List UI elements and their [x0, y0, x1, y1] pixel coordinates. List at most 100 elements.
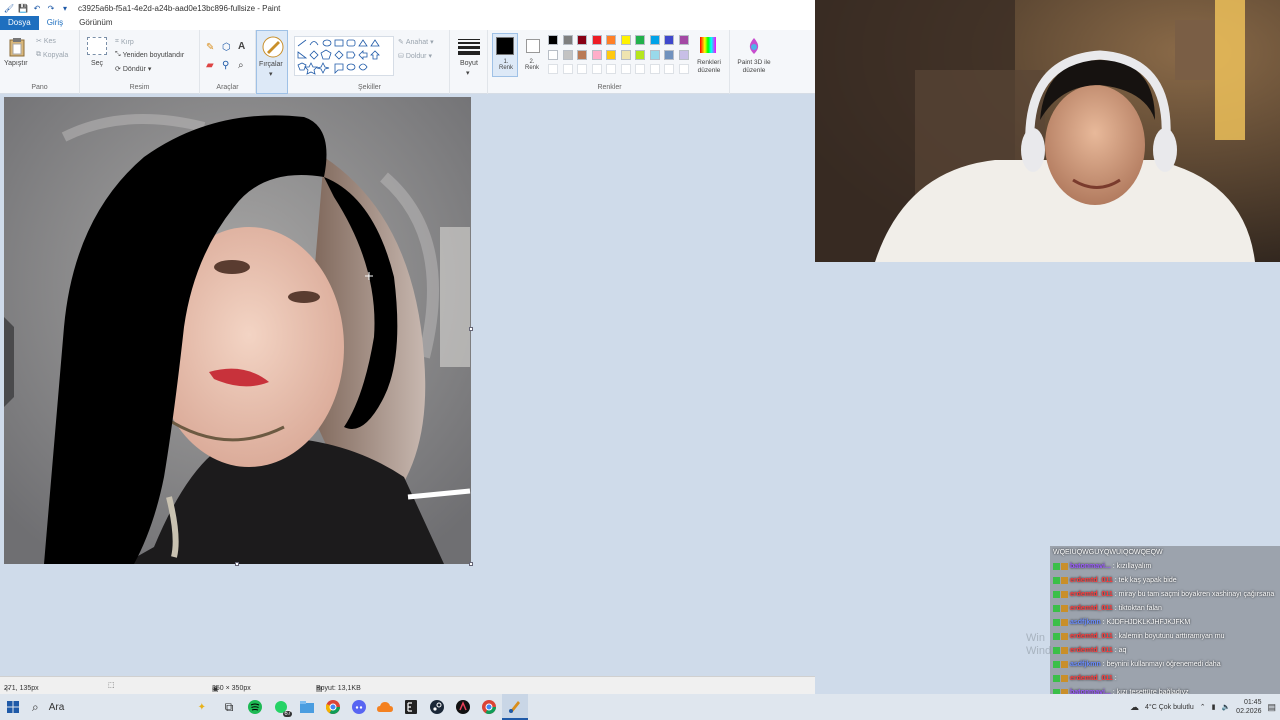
- chat-username[interactable]: erdemtd_011: [1070, 577, 1113, 584]
- chrome-icon[interactable]: [320, 694, 346, 720]
- windows-start-icon[interactable]: [0, 694, 26, 720]
- palette-swatch[interactable]: [649, 35, 660, 45]
- palette-swatch-empty[interactable]: [548, 64, 558, 74]
- palette-swatch-empty[interactable]: [606, 64, 616, 74]
- chat-username[interactable]: erdemtd_011: [1070, 633, 1113, 640]
- quick-access-dropdown-icon[interactable]: ▾: [60, 3, 70, 13]
- chat-username[interactable]: asdfjkmn: [1070, 619, 1101, 626]
- palette-swatch[interactable]: [606, 35, 616, 45]
- canvas-image: [4, 97, 471, 564]
- copy-button[interactable]: ⧉ Kopyala: [36, 51, 68, 59]
- file-explorer-icon[interactable]: [294, 694, 320, 720]
- color2-swatch[interactable]: [526, 39, 540, 53]
- palette-swatch[interactable]: [649, 49, 660, 60]
- palette-swatch[interactable]: [591, 35, 602, 45]
- palette-swatch-empty[interactable]: [620, 64, 631, 74]
- palette-swatch-empty[interactable]: [562, 64, 573, 74]
- chat-username[interactable]: asdfjkmn: [1070, 661, 1101, 668]
- cut-button[interactable]: ✂ Kes: [36, 37, 56, 46]
- palette-swatch-empty[interactable]: [678, 64, 689, 74]
- taskbar-search[interactable]: ⌕ Ara ✦: [26, 694, 216, 720]
- size-button[interactable]: Boyut ▾: [452, 30, 488, 94]
- crop-button[interactable]: ⌗ Kırp: [115, 38, 134, 46]
- webcam-overlay: [815, 0, 1280, 262]
- canvas-workspace[interactable]: [0, 95, 815, 675]
- brushes-button[interactable]: Fırçalar ▾: [256, 30, 288, 94]
- edit-colors-icon[interactable]: [698, 36, 718, 54]
- paste-button[interactable]: Yapıştır: [4, 60, 28, 67]
- canvas-resize-handle-corner[interactable]: [469, 562, 473, 566]
- palette-swatch[interactable]: [591, 49, 602, 60]
- palette-swatch[interactable]: [620, 49, 631, 60]
- palette-swatch[interactable]: [562, 35, 573, 45]
- paint3d-button[interactable]: Paint 3D ile düzenle: [732, 30, 776, 94]
- ribbon: Yapıştır ✂ Kes ⧉ Kopyala Pano Seç ⌗ Kırp ⤡ Y…: [0, 30, 815, 94]
- chat-username[interactable]: erdemtd_011: [1070, 647, 1113, 654]
- chat-username[interactable]: erdemtd_011: [1070, 605, 1113, 612]
- network-icon[interactable]: ▮: [1212, 703, 1216, 711]
- palette-swatch[interactable]: [678, 35, 689, 45]
- select-button[interactable]: Seç: [91, 60, 103, 67]
- magnifier-icon[interactable]: ⌕: [238, 60, 244, 71]
- outline-button[interactable]: ✎ Anahat ▾: [398, 38, 434, 47]
- paint-taskbar-icon[interactable]: [502, 694, 528, 720]
- rotate-button[interactable]: ⟳ Döndür ▾: [115, 65, 151, 74]
- discord-icon[interactable]: [346, 694, 372, 720]
- redo-icon[interactable]: ↷: [46, 3, 56, 13]
- save-icon[interactable]: 💾: [18, 3, 28, 13]
- canvas-resize-handle-bottom[interactable]: [235, 562, 239, 566]
- palette-swatch[interactable]: [577, 49, 587, 60]
- drawing-canvas[interactable]: [4, 97, 471, 564]
- notification-icon[interactable]: ▤: [1267, 702, 1276, 713]
- weather-icon[interactable]: ☁: [1130, 702, 1139, 713]
- spotify-icon[interactable]: [242, 694, 268, 720]
- palette-swatch[interactable]: [664, 35, 674, 45]
- shapes-gallery[interactable]: [294, 36, 394, 76]
- epic-games-icon[interactable]: [398, 694, 424, 720]
- select-icon[interactable]: [87, 37, 107, 55]
- palette-swatch[interactable]: [562, 49, 573, 60]
- chat-username[interactable]: erdemtd_011: [1070, 675, 1113, 682]
- palette-swatch[interactable]: [664, 49, 674, 60]
- palette-swatch-empty[interactable]: [635, 64, 645, 74]
- palette-swatch-empty[interactable]: [664, 64, 674, 74]
- palette-swatch[interactable]: [606, 49, 616, 60]
- canvas-resize-handle-right[interactable]: [469, 327, 473, 331]
- whatsapp-icon[interactable]: 67: [268, 694, 294, 720]
- tab-giris[interactable]: Giriş: [39, 16, 71, 30]
- group-resim: Seç ⌗ Kırp ⤡ Yeniden boyutlandır ⟳ Döndür ▾ …: [80, 30, 200, 94]
- color-picker-icon[interactable]: ⚲: [222, 60, 229, 71]
- text-icon[interactable]: A: [238, 41, 245, 52]
- weather-text[interactable]: 4°C Çok bulutlu: [1145, 704, 1194, 711]
- palette-swatch-empty[interactable]: [577, 64, 587, 74]
- palette-swatch[interactable]: [635, 49, 645, 60]
- tab-dosya[interactable]: Dosya: [0, 16, 39, 30]
- chat-username[interactable]: batonmavi...: [1070, 563, 1111, 570]
- fill-icon[interactable]: ⬡: [222, 42, 231, 53]
- palette-swatch[interactable]: [635, 35, 645, 45]
- steam-icon[interactable]: [424, 694, 450, 720]
- chat-username[interactable]: erdemtd_011: [1070, 591, 1113, 598]
- palette-swatch[interactable]: [548, 49, 558, 60]
- task-view-icon[interactable]: ⧉: [216, 694, 242, 720]
- undo-icon[interactable]: ↶: [32, 3, 42, 13]
- pencil-icon[interactable]: ✎: [206, 42, 214, 53]
- tray-chevron-icon[interactable]: ⌃: [1200, 703, 1206, 711]
- chrome-profile-icon[interactable]: [476, 694, 502, 720]
- palette-swatch[interactable]: [678, 49, 689, 60]
- clipboard-icon[interactable]: [6, 36, 28, 58]
- tab-gorunum[interactable]: Görünüm: [71, 16, 120, 30]
- palette-swatch[interactable]: [620, 35, 631, 45]
- fill-button[interactable]: ⛁ Doldur ▾: [398, 52, 432, 61]
- cloud-icon[interactable]: [372, 694, 398, 720]
- color1-swatch: [496, 37, 514, 55]
- volume-icon[interactable]: 🔈: [1221, 703, 1230, 711]
- palette-swatch[interactable]: [577, 35, 587, 45]
- palette-swatch-empty[interactable]: [591, 64, 602, 74]
- riot-client-icon[interactable]: [450, 694, 476, 720]
- clock[interactable]: 01:45 02.2026: [1236, 698, 1261, 716]
- palette-swatch[interactable]: [548, 35, 558, 45]
- palette-swatch-empty[interactable]: [649, 64, 660, 74]
- resize-button[interactable]: ⤡ Yeniden boyutlandır: [115, 51, 184, 59]
- eraser-icon[interactable]: ▰: [206, 60, 214, 71]
